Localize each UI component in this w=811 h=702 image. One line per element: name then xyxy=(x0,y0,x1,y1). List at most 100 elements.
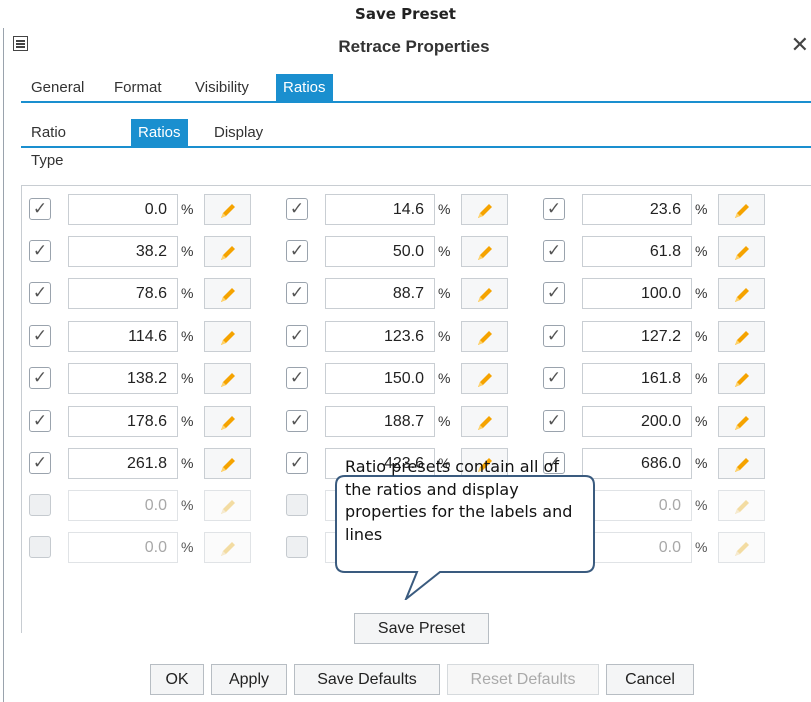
ratio-cell: ✓ 123.6% xyxy=(278,319,528,353)
retrace-properties-dialog: Retrace Properties ✕ General Format Visibi… xyxy=(3,28,811,702)
edit-ratio-button[interactable] xyxy=(718,363,765,394)
tab-visibility[interactable]: Visibility xyxy=(188,74,256,102)
edit-ratio-button[interactable] xyxy=(204,363,251,394)
ratio-value-input[interactable]: 100.0 xyxy=(582,278,692,309)
edit-ratio-button[interactable] xyxy=(204,448,251,479)
ratio-value-input[interactable]: 686.0 xyxy=(582,448,692,479)
ratio-checkbox[interactable]: ✓ xyxy=(543,410,565,432)
ratio-value-input[interactable]: 23.6 xyxy=(582,194,692,225)
tab-ratio-type[interactable]: Ratio Type xyxy=(24,119,73,169)
tab-display[interactable]: Display xyxy=(207,119,270,147)
percent-label: % xyxy=(181,243,194,259)
ratio-checkbox[interactable]: ✓ xyxy=(29,367,51,389)
ratio-checkbox[interactable]: ✓ xyxy=(29,410,51,432)
ratio-value-input[interactable]: 188.7 xyxy=(325,406,435,437)
check-icon: ✓ xyxy=(289,241,305,260)
ratio-value-input[interactable]: 161.8 xyxy=(582,363,692,394)
ratio-checkbox[interactable] xyxy=(29,494,51,516)
ratio-checkbox[interactable]: ✓ xyxy=(543,325,565,347)
ratio-checkbox[interactable]: ✓ xyxy=(543,198,565,220)
ratio-checkbox[interactable]: ✓ xyxy=(543,367,565,389)
main-tab-underline xyxy=(21,101,811,103)
apply-button[interactable]: Apply xyxy=(211,664,287,695)
ratio-value-input[interactable]: 123.6 xyxy=(325,321,435,352)
ratio-value-input[interactable]: 200.0 xyxy=(582,406,692,437)
save-defaults-button[interactable]: Save Defaults xyxy=(294,664,440,695)
edit-ratio-button[interactable] xyxy=(461,236,508,267)
edit-ratio-button[interactable] xyxy=(718,406,765,437)
check-icon: ✓ xyxy=(289,368,305,387)
ratio-checkbox[interactable]: ✓ xyxy=(29,452,51,474)
ratio-cell: ✓ 78.6% xyxy=(21,276,271,310)
check-icon: ✓ xyxy=(32,283,48,302)
ratio-value-input[interactable]: 261.8 xyxy=(68,448,178,479)
ratio-checkbox[interactable] xyxy=(286,494,308,516)
ok-button[interactable]: OK xyxy=(150,664,204,695)
ratio-value-input[interactable]: 50.0 xyxy=(325,236,435,267)
edit-ratio-button[interactable] xyxy=(204,194,251,225)
edit-ratio-button[interactable] xyxy=(718,321,765,352)
save-preset-button[interactable]: Save Preset xyxy=(354,613,489,644)
edit-ratio-button[interactable] xyxy=(718,490,765,521)
ratio-checkbox[interactable]: ✓ xyxy=(286,452,308,474)
edit-ratio-button[interactable] xyxy=(718,236,765,267)
tab-ratios[interactable]: Ratios xyxy=(131,119,188,147)
ratio-value-input[interactable]: 0.0 xyxy=(582,532,692,563)
ratio-checkbox[interactable]: ✓ xyxy=(286,367,308,389)
ratio-checkbox[interactable]: ✓ xyxy=(286,198,308,220)
ratio-checkbox[interactable]: ✓ xyxy=(543,282,565,304)
tab-ratios[interactable]: Ratios xyxy=(276,74,333,102)
edit-ratio-button[interactable] xyxy=(461,278,508,309)
ratio-checkbox[interactable]: ✓ xyxy=(286,410,308,432)
cancel-button[interactable]: Cancel xyxy=(606,664,694,695)
tab-general[interactable]: General xyxy=(24,74,91,102)
ratio-value-input[interactable]: 0.0 xyxy=(68,194,178,225)
ratio-checkbox[interactable]: ✓ xyxy=(29,282,51,304)
ratio-value-input[interactable]: 14.6 xyxy=(325,194,435,225)
ratio-checkbox[interactable] xyxy=(286,536,308,558)
ratio-value-input[interactable]: 78.6 xyxy=(68,278,178,309)
ratio-checkbox[interactable]: ✓ xyxy=(543,240,565,262)
ratio-checkbox[interactable]: ✓ xyxy=(286,240,308,262)
ratio-value-input[interactable]: 38.2 xyxy=(68,236,178,267)
edit-ratio-button[interactable] xyxy=(718,448,765,479)
check-icon: ✓ xyxy=(546,411,562,430)
edit-ratio-button[interactable] xyxy=(461,194,508,225)
ratio-checkbox[interactable]: ✓ xyxy=(29,240,51,262)
check-icon: ✓ xyxy=(289,199,305,218)
tab-format[interactable]: Format xyxy=(107,74,169,102)
edit-ratio-button[interactable] xyxy=(461,321,508,352)
ratio-value-input[interactable]: 0.0 xyxy=(68,490,178,521)
ratio-cell: ✓ 188.7% xyxy=(278,404,528,438)
ratio-value-input[interactable]: 114.6 xyxy=(68,321,178,352)
ratio-cell: ✓ 14.6% xyxy=(278,192,528,226)
ratio-checkbox[interactable]: ✓ xyxy=(286,282,308,304)
edit-ratio-button[interactable] xyxy=(718,194,765,225)
edit-ratio-button[interactable] xyxy=(204,236,251,267)
edit-ratio-button[interactable] xyxy=(461,406,508,437)
reset-defaults-button[interactable]: Reset Defaults xyxy=(447,664,599,695)
pencil-icon xyxy=(221,331,235,345)
ratio-value-input[interactable]: 178.6 xyxy=(68,406,178,437)
ratio-checkbox[interactable] xyxy=(29,536,51,558)
edit-ratio-button[interactable] xyxy=(204,406,251,437)
edit-ratio-button[interactable] xyxy=(204,321,251,352)
close-icon[interactable]: ✕ xyxy=(791,32,809,58)
ratio-checkbox[interactable]: ✓ xyxy=(29,198,51,220)
ratio-value-input[interactable]: 127.2 xyxy=(582,321,692,352)
ratio-checkbox[interactable]: ✓ xyxy=(286,325,308,347)
edit-ratio-button[interactable] xyxy=(204,278,251,309)
edit-ratio-button[interactable] xyxy=(461,363,508,394)
pencil-icon xyxy=(478,331,492,345)
ratio-value-input[interactable]: 61.8 xyxy=(582,236,692,267)
ratio-value-input[interactable]: 150.0 xyxy=(325,363,435,394)
ratio-value-input[interactable]: 0.0 xyxy=(582,490,692,521)
ratio-value-input[interactable]: 0.0 xyxy=(68,532,178,563)
edit-ratio-button[interactable] xyxy=(718,278,765,309)
edit-ratio-button[interactable] xyxy=(718,532,765,563)
ratio-value-input[interactable]: 138.2 xyxy=(68,363,178,394)
ratio-value-input[interactable]: 88.7 xyxy=(325,278,435,309)
edit-ratio-button[interactable] xyxy=(204,532,251,563)
ratio-checkbox[interactable]: ✓ xyxy=(29,325,51,347)
edit-ratio-button[interactable] xyxy=(204,490,251,521)
